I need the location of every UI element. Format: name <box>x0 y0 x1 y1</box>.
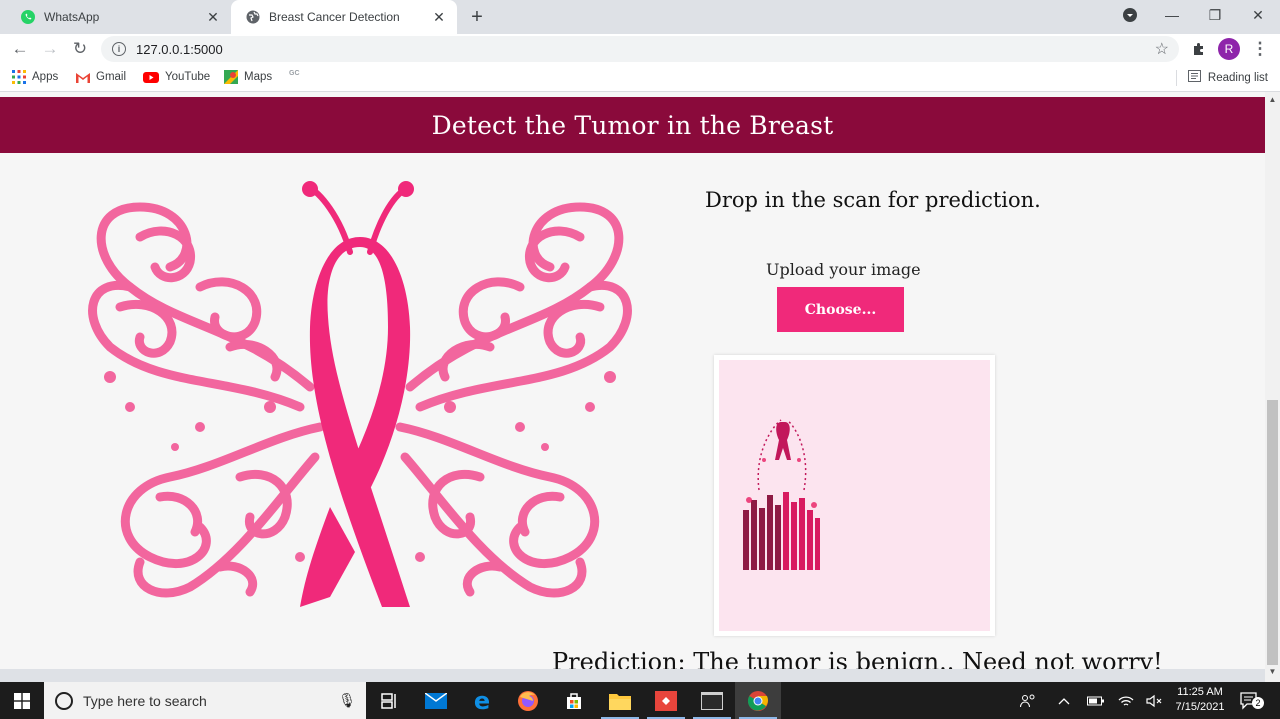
menu-icon[interactable]: ⋮ <box>1248 37 1272 61</box>
bookmark-youtube[interactable]: YouTube <box>142 70 210 84</box>
task-view-icon[interactable] <box>367 682 413 719</box>
tab-search-button[interactable] <box>1108 0 1152 30</box>
image-preview <box>714 355 995 636</box>
reading-list-label: Reading list <box>1207 71 1268 84</box>
apps-grid-icon <box>12 70 26 84</box>
bookmark-gmail[interactable]: Gmail <box>76 70 126 84</box>
close-icon[interactable]: ✕ <box>429 7 449 27</box>
tab-title: Breast Cancer Detection <box>269 10 400 24</box>
volume-muted-icon[interactable] <box>1146 682 1164 719</box>
ribbon-hands-icon <box>743 419 820 570</box>
reading-list-button[interactable]: Reading list <box>1187 70 1268 85</box>
store-icon[interactable] <box>551 682 597 719</box>
extensions-icon[interactable] <box>1187 37 1211 61</box>
new-tab-button[interactable]: + <box>466 6 488 28</box>
tab-strip: WhatsApp ✕ Breast Cancer Detection ✕ + —… <box>0 0 1280 34</box>
youtube-icon <box>142 70 159 84</box>
chrome-icon[interactable] <box>735 682 781 719</box>
scroll-thumb[interactable] <box>1267 400 1278 665</box>
page-scrollbar[interactable]: ▲ ▼ <box>1265 92 1280 682</box>
page-viewport: Detect the Tumor in the Breast Drop in t… <box>0 92 1265 669</box>
search-placeholder: Type here to search <box>83 692 207 709</box>
address-bar[interactable]: i 127.0.0.1:5000 ☆ <box>101 36 1179 62</box>
bookmark-label: YouTube <box>165 71 211 83</box>
maps-icon <box>224 70 238 84</box>
gc-icon: GC <box>289 70 300 77</box>
back-button[interactable]: ← <box>8 37 32 61</box>
mail-icon[interactable] <box>413 682 459 719</box>
notification-icon[interactable]: 2 <box>1240 682 1264 719</box>
gmail-icon <box>76 70 90 84</box>
drop-instruction: Drop in the scan for prediction. <box>705 188 1041 212</box>
people-icon[interactable] <box>1020 682 1036 719</box>
tab-breast-cancer-detection[interactable]: Breast Cancer Detection ✕ <box>231 0 457 34</box>
browser-toolbar: ← → ↻ i 127.0.0.1:5000 ☆ R ⋮ <box>0 34 1280 64</box>
bookmarks-bar: Apps Gmail YouTube Maps GC Reading list <box>0 64 1280 92</box>
cortana-icon <box>55 691 73 710</box>
tab-title: WhatsApp <box>44 10 100 24</box>
bookmark-gc[interactable]: GC <box>289 70 300 77</box>
butterfly-ribbon-image <box>88 181 632 607</box>
battery-icon[interactable] <box>1087 682 1105 719</box>
globe-icon <box>245 9 261 25</box>
wifi-icon[interactable] <box>1118 682 1134 719</box>
notification-badge: 2 <box>1252 697 1264 709</box>
choose-file-button[interactable]: Choose... <box>777 287 904 332</box>
chevron-down-icon <box>1123 8 1137 22</box>
uploaded-scan-image <box>719 360 990 631</box>
divider <box>1176 70 1177 86</box>
clock-date: 7/15/2021 <box>1175 701 1225 713</box>
page-header: Detect the Tumor in the Breast <box>0 97 1265 153</box>
tab-whatsapp[interactable]: WhatsApp ✕ <box>6 0 231 34</box>
microphone-icon[interactable]: 🎙 <box>338 692 356 709</box>
reading-list-icon <box>1187 70 1201 85</box>
scroll-up-icon[interactable]: ▲ <box>1267 95 1278 107</box>
close-window-button[interactable]: ✕ <box>1236 0 1280 30</box>
reload-button[interactable]: ↻ <box>68 37 92 61</box>
avatar: R <box>1218 38 1240 60</box>
windows-taskbar: Type here to search 🎙 e 11:25 AM 7/15/20… <box>0 682 1280 719</box>
close-icon[interactable]: ✕ <box>203 7 223 27</box>
minimize-button[interactable]: — <box>1150 0 1194 30</box>
bookmark-apps[interactable]: Apps <box>12 70 58 84</box>
git-app-icon[interactable] <box>643 682 689 719</box>
windows-icon <box>14 692 30 709</box>
profile-avatar[interactable]: R <box>1217 37 1241 61</box>
terminal-icon[interactable] <box>689 682 735 719</box>
edge-icon[interactable]: e <box>459 682 505 719</box>
upload-label: Upload your image <box>766 260 921 279</box>
forward-button[interactable]: → <box>38 37 62 61</box>
page-title: Detect the Tumor in the Breast <box>431 110 834 140</box>
bookmark-label: Gmail <box>96 71 127 83</box>
taskbar-search-box[interactable]: Type here to search 🎙 <box>44 682 366 719</box>
windows-start-button[interactable] <box>0 682 44 719</box>
firefox-icon[interactable] <box>505 682 551 719</box>
whatsapp-icon <box>20 9 36 25</box>
chevron-up-icon[interactable] <box>1058 682 1070 719</box>
star-icon[interactable]: ☆ <box>1155 39 1169 59</box>
scroll-down-icon[interactable]: ▼ <box>1267 667 1278 679</box>
info-icon[interactable]: i <box>112 42 126 56</box>
restore-button[interactable]: ❐ <box>1193 0 1237 30</box>
prediction-result: Prediction: The tumor is benign.. Need n… <box>552 648 1163 669</box>
bookmark-label: Apps <box>32 71 59 83</box>
url-text: 127.0.0.1:5000 <box>136 41 223 57</box>
taskbar-clock[interactable]: 11:25 AM 7/15/2021 <box>1172 685 1228 715</box>
clock-time: 11:25 AM <box>1177 686 1223 698</box>
bookmark-label: Maps <box>244 71 273 83</box>
file-explorer-icon[interactable] <box>597 682 643 719</box>
bookmark-maps[interactable]: Maps <box>224 70 272 84</box>
